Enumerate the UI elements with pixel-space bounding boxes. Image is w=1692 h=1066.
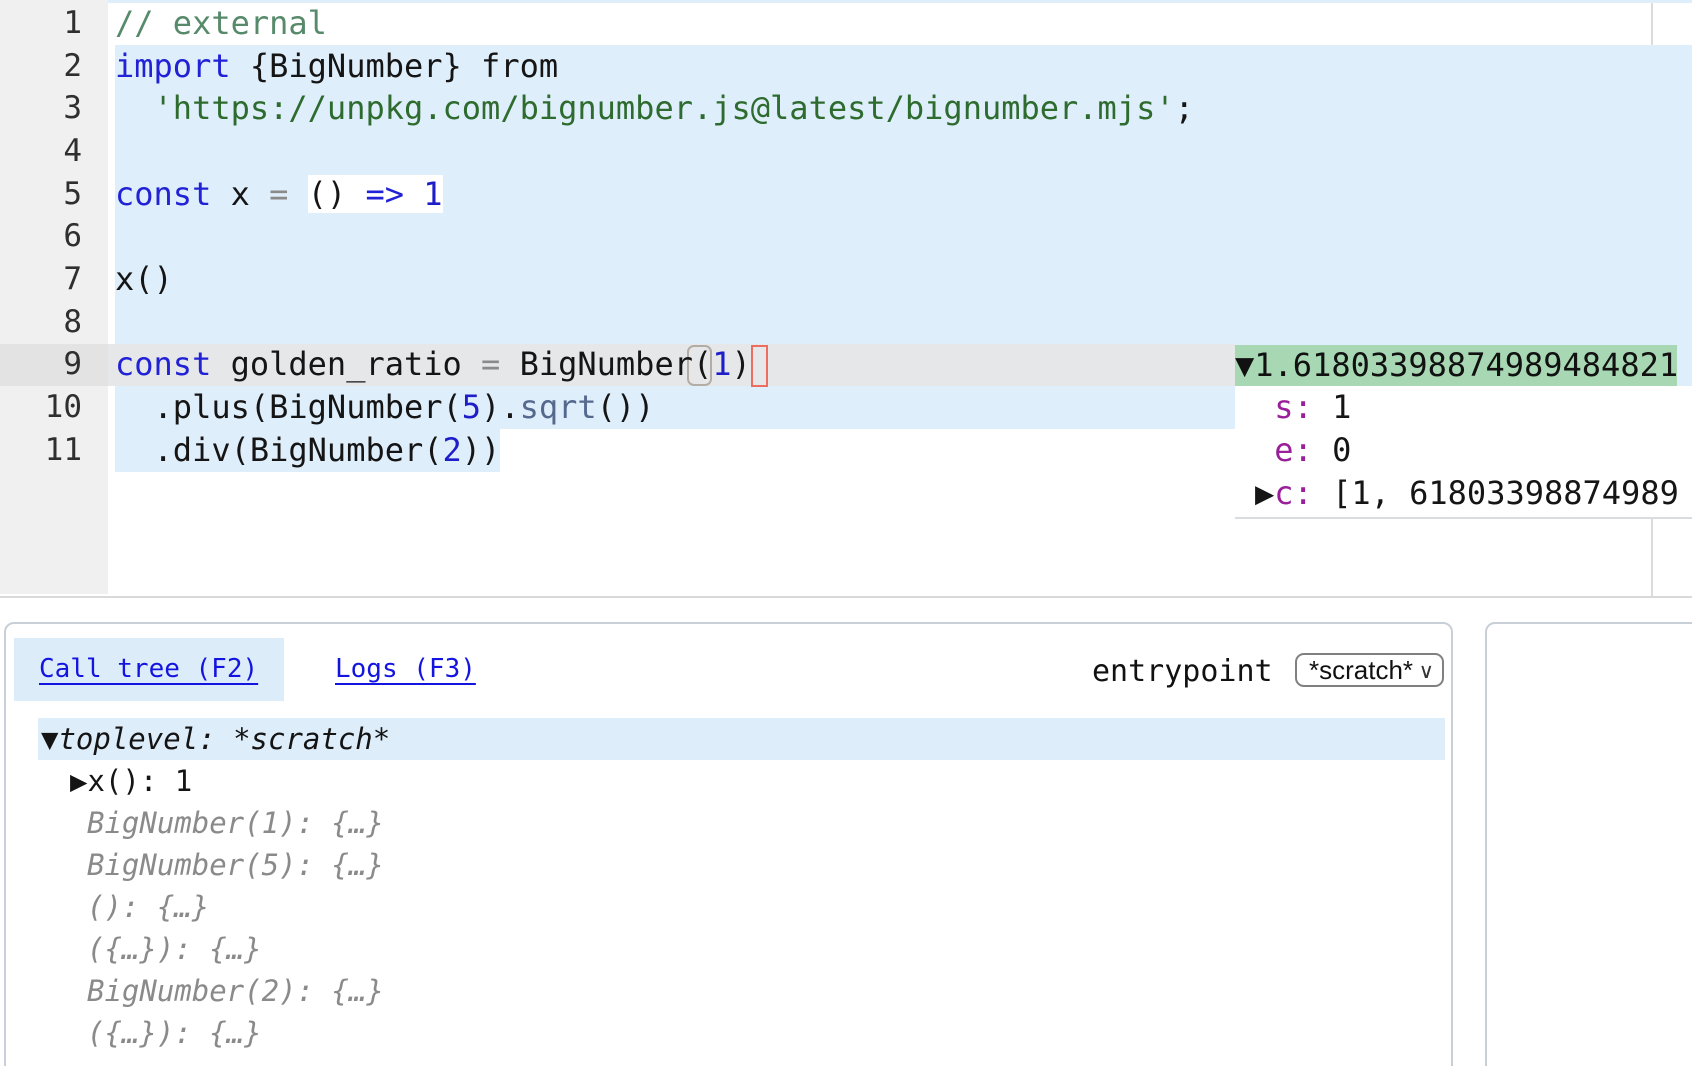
line-number: 9 bbox=[0, 343, 108, 386]
code-line[interactable] bbox=[115, 215, 1645, 258]
property-value: 1 bbox=[1313, 388, 1352, 426]
property-value: [1, 61803398874989 bbox=[1313, 474, 1679, 512]
code-token: .div(BigNumber( bbox=[115, 431, 443, 469]
code-line[interactable]: // external bbox=[115, 2, 1645, 45]
leporello-ide: 1234567891011 // externalimport {BigNumb… bbox=[0, 0, 1692, 1066]
call-tree-row[interactable]: ▶x(): 1 bbox=[38, 760, 1445, 802]
line-numbers: 1234567891011 bbox=[0, 2, 108, 471]
code-token: )) bbox=[462, 431, 501, 469]
code-token: golden_ratio bbox=[211, 345, 481, 383]
side-panel bbox=[1485, 622, 1692, 1066]
code-token: 1 bbox=[712, 345, 731, 383]
code-token: ). bbox=[481, 388, 520, 426]
object-property-row[interactable]: s: 1 bbox=[1235, 386, 1692, 429]
tab-logs[interactable]: Logs (F3) bbox=[335, 638, 476, 701]
code-token bbox=[404, 175, 423, 213]
code-token: 2 bbox=[443, 431, 462, 469]
line-number: 5 bbox=[0, 173, 108, 216]
code-token: x bbox=[211, 175, 269, 213]
code-line[interactable]: const x = () => 1 bbox=[115, 173, 1645, 216]
property-key: c: bbox=[1274, 474, 1313, 512]
code-token: = bbox=[269, 175, 288, 213]
code-token: const bbox=[115, 345, 211, 383]
collapse-triangle-icon[interactable]: ▼ bbox=[41, 722, 58, 756]
call-tree-label: BigNumber(1): {…} bbox=[87, 806, 384, 840]
chevron-down-icon: ∨ bbox=[1419, 656, 1434, 686]
call-tree-row[interactable]: BigNumber(2): {…} bbox=[38, 970, 1445, 1012]
indent-spacer bbox=[1255, 431, 1274, 469]
line-number: 11 bbox=[0, 429, 108, 472]
line-number: 2 bbox=[0, 45, 108, 88]
code-line[interactable] bbox=[115, 301, 1645, 344]
code-token: x() bbox=[115, 260, 173, 298]
code-line[interactable]: x() bbox=[115, 258, 1645, 301]
entrypoint-select[interactable]: *scratch* ∨ bbox=[1295, 653, 1444, 687]
code-token: import bbox=[115, 47, 231, 85]
code-token: {BigNumber} from bbox=[231, 47, 559, 85]
call-tree-row[interactable]: ({…}): {…} bbox=[38, 1012, 1445, 1054]
code-line[interactable]: 'https://unpkg.com/bignumber.js@latest/b… bbox=[115, 87, 1645, 130]
code-token: ) bbox=[732, 345, 751, 383]
call-tree-label: toplevel: *scratch* bbox=[58, 722, 390, 756]
call-tree: ▼toplevel: *scratch*▶x(): 1BigNumber(1):… bbox=[38, 718, 1445, 1054]
call-tree-row[interactable]: ▼toplevel: *scratch* bbox=[38, 718, 1445, 760]
line-number: 6 bbox=[0, 215, 108, 258]
call-tree-label: BigNumber(5): {…} bbox=[87, 848, 384, 882]
line-number: 3 bbox=[0, 87, 108, 130]
line-number: 4 bbox=[0, 130, 108, 173]
code-token bbox=[115, 89, 154, 127]
code-line[interactable]: import {BigNumber} from bbox=[115, 45, 1645, 88]
code-token: // external bbox=[115, 4, 327, 42]
property-key: e: bbox=[1274, 431, 1313, 469]
object-property-row[interactable]: e: 0 bbox=[1235, 429, 1692, 472]
code-token: () bbox=[308, 175, 366, 213]
entrypoint-select-value: *scratch* bbox=[1309, 655, 1413, 685]
code-token: => bbox=[365, 175, 404, 213]
code-token: BigNumber( bbox=[500, 345, 712, 383]
code-token: sqrt bbox=[520, 388, 597, 426]
inline-result-expanded-object[interactable]: s: 1 e: 0▶c: [1, 61803398874989 bbox=[1235, 386, 1692, 519]
property-key: s: bbox=[1274, 388, 1313, 426]
tab-call-tree[interactable]: Call tree (F2) bbox=[39, 638, 258, 701]
line-number: 10 bbox=[0, 386, 108, 429]
inline-result-value[interactable]: ▼1.61803398874989484821 bbox=[1235, 345, 1677, 387]
call-tree-row[interactable]: BigNumber(5): {…} bbox=[38, 844, 1445, 886]
call-tree-label: ({…}): {…} bbox=[87, 932, 262, 966]
object-property-row[interactable]: ▶c: [1, 61803398874989 bbox=[1235, 472, 1692, 515]
code-token: .plus(BigNumber( bbox=[115, 388, 462, 426]
call-tree-row[interactable]: (): {…} bbox=[38, 886, 1445, 928]
collapse-triangle-icon[interactable]: ▼ bbox=[1235, 346, 1254, 384]
line-number: 7 bbox=[0, 258, 108, 301]
call-tree-label: (): {…} bbox=[87, 890, 209, 924]
call-tree-row[interactable]: BigNumber(1): {…} bbox=[38, 802, 1445, 844]
call-tree-label: ({…}): {…} bbox=[87, 1016, 262, 1050]
call-tree-row[interactable]: ({…}): {…} bbox=[38, 928, 1445, 970]
entrypoint-label: entrypoint bbox=[1092, 652, 1273, 692]
code-token: 'https://unpkg.com/bignumber.js@latest/b… bbox=[154, 89, 1175, 127]
code-token: ()) bbox=[597, 388, 655, 426]
property-value: 0 bbox=[1313, 431, 1352, 469]
code-token bbox=[288, 175, 307, 213]
code-token: const bbox=[115, 175, 211, 213]
call-tree-label: BigNumber(2): {…} bbox=[87, 974, 384, 1008]
line-number: 8 bbox=[0, 301, 108, 344]
call-tree-panel: Call tree (F2) Logs (F3) entrypoint *scr… bbox=[4, 622, 1453, 1066]
indent-spacer bbox=[1255, 388, 1274, 426]
inline-result-number: 1.61803398874989484821 bbox=[1254, 346, 1678, 384]
code-token: ; bbox=[1175, 89, 1194, 127]
call-tree-label: x(): 1 bbox=[87, 764, 192, 798]
cursor-box bbox=[751, 345, 768, 387]
code-token: 1 bbox=[423, 175, 442, 213]
code-line[interactable] bbox=[115, 130, 1645, 173]
expand-triangle-icon[interactable]: ▶ bbox=[1255, 474, 1274, 512]
code-token: = bbox=[481, 345, 500, 383]
expand-triangle-icon[interactable]: ▶ bbox=[70, 764, 87, 798]
code-editor[interactable]: 1234567891011 // externalimport {BigNumb… bbox=[0, 0, 1692, 597]
code-token: 5 bbox=[462, 388, 481, 426]
line-number: 1 bbox=[0, 2, 108, 45]
editor-bottom-border bbox=[0, 596, 1692, 598]
